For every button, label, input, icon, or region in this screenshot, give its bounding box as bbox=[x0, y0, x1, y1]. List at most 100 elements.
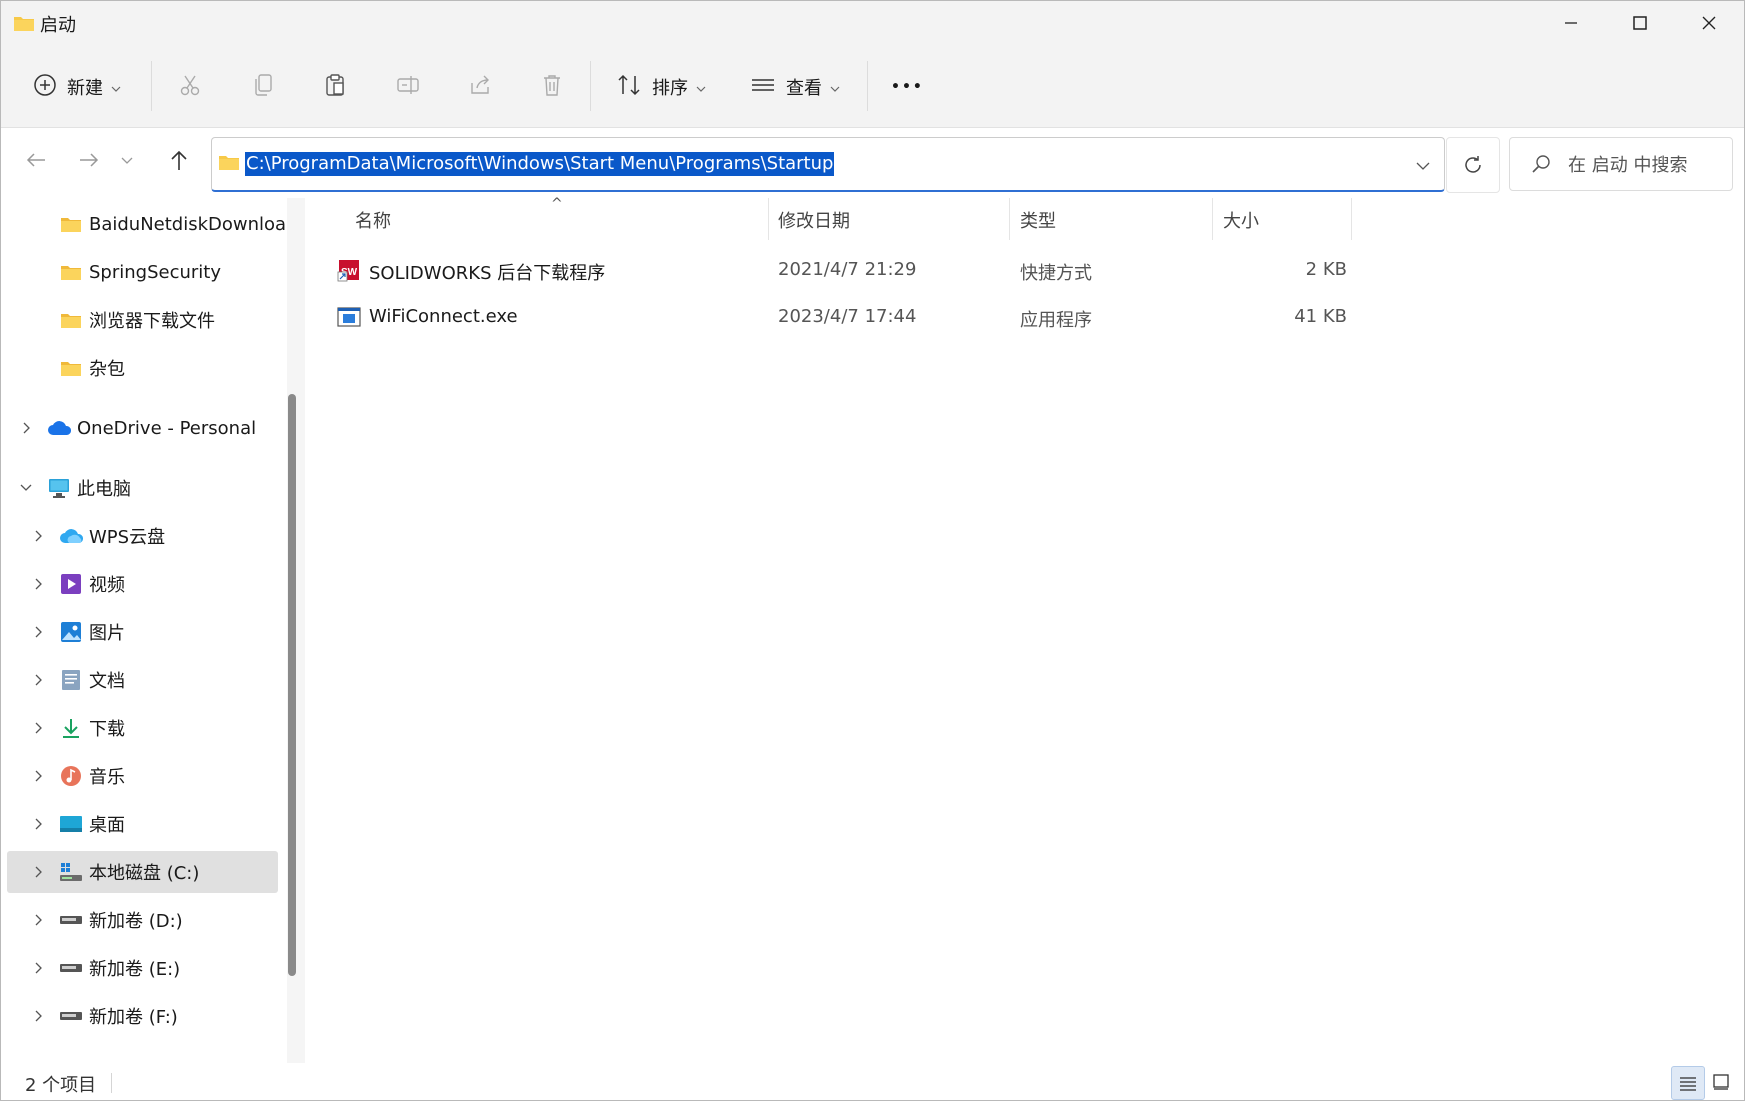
file-explorer-window: 启动 新建 排序 查看 ••• C:\ProgramData\Microsoft… bbox=[0, 0, 1745, 1101]
column-header-size[interactable]: 大小 bbox=[1223, 198, 1259, 242]
this-pc-icon bbox=[47, 476, 71, 500]
refresh-icon bbox=[1465, 156, 1481, 173]
address-row: C:\ProgramData\Microsoft\Windows\Start M… bbox=[1, 128, 1744, 198]
up-button[interactable] bbox=[161, 142, 197, 178]
address-path[interactable]: C:\ProgramData\Microsoft\Windows\Start M… bbox=[245, 152, 835, 176]
nav-item-downloads[interactable]: 下载 bbox=[1, 707, 279, 749]
column-header-label: 名称 bbox=[355, 211, 391, 232]
nav-item-pictures[interactable]: 图片 bbox=[1, 611, 279, 653]
nav-item-videos[interactable]: 视频 bbox=[1, 563, 279, 605]
chevron-right-icon[interactable] bbox=[31, 817, 45, 831]
file-row[interactable]: SW SOLIDWORKS 后台下载程序 2021/4/7 21:29 快捷方式… bbox=[329, 250, 1659, 290]
file-size: 41 KB bbox=[1294, 306, 1347, 327]
column-header-type[interactable]: 类型 bbox=[1020, 198, 1056, 242]
chevron-right-icon[interactable] bbox=[19, 421, 33, 435]
search-placeholder: 在 启动 中搜索 bbox=[1568, 155, 1688, 176]
nav-item-music[interactable]: 音乐 bbox=[1, 755, 279, 797]
share-button[interactable] bbox=[468, 65, 492, 109]
chevron-right-icon[interactable] bbox=[31, 721, 45, 735]
nav-item-volume-f[interactable]: 新加卷 (F:) bbox=[1, 995, 279, 1037]
exe-app-icon bbox=[337, 305, 361, 334]
minimize-button[interactable] bbox=[1536, 1, 1606, 45]
tiles-view-icon bbox=[1713, 1074, 1729, 1090]
chevron-down-icon[interactable] bbox=[19, 481, 33, 495]
chevron-right-icon[interactable] bbox=[31, 961, 45, 975]
nav-item-misc[interactable]: 杂包 bbox=[1, 347, 279, 389]
chevron-right-icon[interactable] bbox=[31, 673, 45, 687]
nav-item-label: 浏览器下载文件 bbox=[89, 311, 215, 332]
back-button[interactable] bbox=[18, 142, 54, 178]
toolbar-divider bbox=[151, 61, 152, 111]
tiles-view-button[interactable] bbox=[1705, 1066, 1737, 1098]
drive-icon bbox=[59, 908, 83, 932]
nav-item-browser-downloads[interactable]: 浏览器下载文件 bbox=[1, 299, 279, 341]
paste-button[interactable] bbox=[324, 65, 348, 109]
column-header-name[interactable]: 名称 bbox=[355, 198, 391, 242]
column-header-date[interactable]: 修改日期 bbox=[778, 198, 850, 242]
delete-icon bbox=[540, 73, 564, 102]
status-divider bbox=[111, 1073, 112, 1093]
documents-icon bbox=[59, 668, 83, 692]
view-button[interactable]: 查看 bbox=[750, 65, 840, 109]
nav-item-this-pc[interactable]: 此电脑 bbox=[1, 467, 279, 509]
nav-item-volume-e[interactable]: 新加卷 (E:) bbox=[1, 947, 279, 989]
nav-item-label: 下载 bbox=[89, 719, 125, 740]
nav-item-springsecurity[interactable]: SpringSecurity bbox=[1, 251, 279, 293]
cut-button[interactable] bbox=[178, 65, 202, 109]
command-bar: 新建 排序 查看 ••• bbox=[1, 45, 1744, 128]
column-divider[interactable] bbox=[768, 198, 769, 240]
wps-cloud-icon bbox=[59, 524, 83, 548]
nav-item-label: 本地磁盘 (C:) bbox=[89, 863, 200, 884]
sort-button[interactable]: 排序 bbox=[616, 65, 706, 109]
chevron-down-icon[interactable] bbox=[1416, 156, 1430, 175]
nav-scrollbar-thumb[interactable] bbox=[288, 394, 296, 976]
nav-item-label: BaiduNetdiskDownloa bbox=[89, 213, 287, 235]
new-button[interactable]: 新建 bbox=[33, 65, 121, 109]
recent-locations-button[interactable] bbox=[116, 142, 138, 178]
nav-item-wps-cloud[interactable]: WPS云盘 bbox=[1, 515, 279, 557]
item-count: 2 个项目 bbox=[25, 1075, 97, 1096]
drive-icon bbox=[59, 1004, 83, 1028]
nav-item-onedrive[interactable]: OneDrive - Personal bbox=[1, 407, 279, 449]
search-box[interactable]: 在 启动 中搜索 bbox=[1509, 137, 1733, 191]
refresh-button[interactable] bbox=[1446, 137, 1500, 193]
column-divider[interactable] bbox=[1212, 198, 1213, 240]
rename-button[interactable] bbox=[396, 65, 420, 109]
nav-item-baidunetdisk[interactable]: BaiduNetdiskDownloa bbox=[1, 203, 286, 245]
maximize-button[interactable] bbox=[1605, 1, 1675, 45]
nav-item-local-disk-c[interactable]: 本地磁盘 (C:) bbox=[7, 851, 278, 893]
nav-item-desktop[interactable]: 桌面 bbox=[1, 803, 279, 845]
toolbar-divider bbox=[590, 61, 591, 111]
delete-button[interactable] bbox=[540, 65, 564, 109]
chevron-right-icon[interactable] bbox=[31, 577, 45, 591]
column-divider[interactable] bbox=[1009, 198, 1010, 240]
more-button[interactable]: ••• bbox=[891, 65, 924, 109]
toolbar-divider bbox=[867, 61, 868, 111]
nav-item-documents[interactable]: 文档 bbox=[1, 659, 279, 701]
chevron-right-icon[interactable] bbox=[31, 913, 45, 927]
nav-item-label: WPS云盘 bbox=[89, 527, 166, 548]
sort-label: 排序 bbox=[652, 78, 688, 99]
column-header-label: 大小 bbox=[1223, 211, 1259, 232]
copy-icon bbox=[252, 73, 276, 102]
drive-icon bbox=[59, 956, 83, 980]
chevron-right-icon[interactable] bbox=[31, 529, 45, 543]
address-bar[interactable]: C:\ProgramData\Microsoft\Windows\Start M… bbox=[211, 137, 1445, 192]
chevron-right-icon[interactable] bbox=[31, 1009, 45, 1023]
file-size: 2 KB bbox=[1305, 259, 1347, 280]
nav-item-volume-d[interactable]: 新加卷 (D:) bbox=[1, 899, 279, 941]
chevron-right-icon[interactable] bbox=[31, 625, 45, 639]
column-divider[interactable] bbox=[1351, 198, 1352, 240]
nav-item-label: 新加卷 (E:) bbox=[89, 959, 181, 980]
details-view-button[interactable] bbox=[1671, 1066, 1705, 1100]
close-button[interactable] bbox=[1674, 1, 1744, 45]
view-icon bbox=[750, 73, 776, 102]
forward-button[interactable] bbox=[71, 142, 107, 178]
nav-item-label: 音乐 bbox=[89, 767, 125, 788]
chevron-right-icon[interactable] bbox=[31, 865, 45, 879]
file-row[interactable]: WiFiConnect.exe 2023/4/7 17:44 应用程序 41 K… bbox=[329, 297, 1659, 337]
file-name: SOLIDWORKS 后台下载程序 bbox=[369, 263, 606, 284]
chevron-right-icon[interactable] bbox=[31, 769, 45, 783]
copy-button[interactable] bbox=[252, 65, 276, 109]
pictures-icon bbox=[59, 620, 83, 644]
